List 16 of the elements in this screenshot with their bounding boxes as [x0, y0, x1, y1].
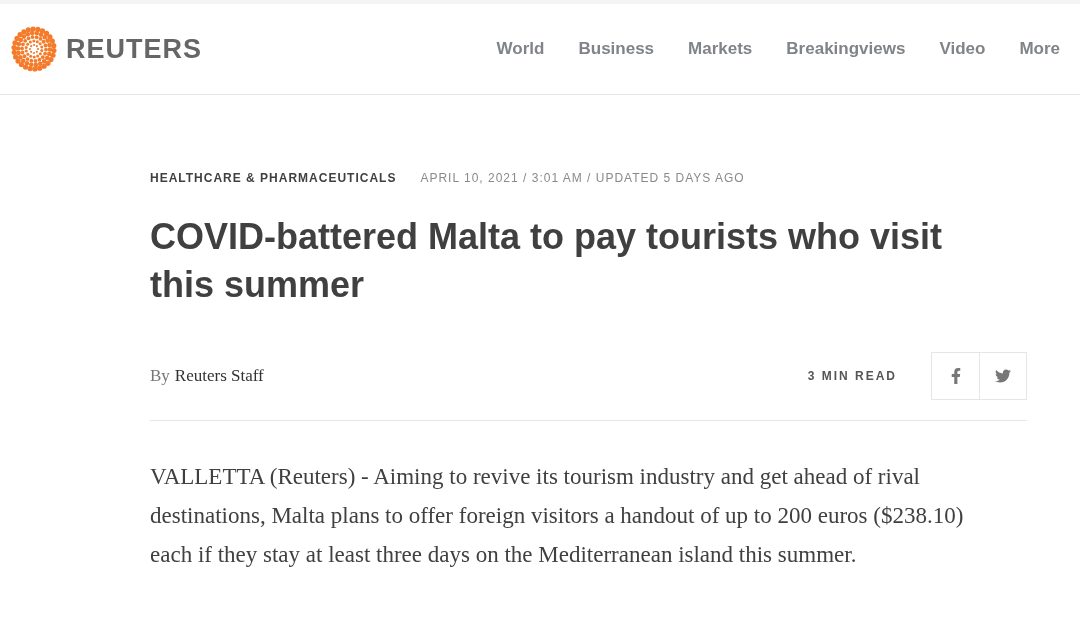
author-name[interactable]: Reuters Staff [174, 363, 264, 389]
nav-link[interactable]: Breakingviews [786, 36, 906, 62]
dateline: APRIL 10, 2021 / 3:01 AM / UPDATED 5 DAYS AGO [420, 170, 745, 187]
headline: COVID-battered Malta to pay tourists who visit this summer [150, 215, 944, 307]
nav-link[interactable]: World [496, 36, 545, 62]
bird-icon [995, 368, 1011, 384]
logo-icon [10, 25, 58, 73]
section-label[interactable]: HEALTHCARE & PHARMACEUTICALS [150, 169, 397, 187]
nav-link[interactable]: Business [578, 36, 655, 62]
nav-link[interactable]: More [1019, 36, 1060, 62]
nav-link[interactable]: Markets [688, 36, 753, 62]
read-time: 3 MIN READ [807, 368, 897, 385]
byline-prefix: By [150, 365, 170, 388]
nav-link[interactable]: Video [939, 36, 986, 62]
article-paragraph: VALLETTA (Reuters) - Aiming to revive its tourism industry and get ahead of rival destinations, Malta plans to offer foreign visitors a handout of up to 200 euros ($238.10) each if they stay at least three days on the Mediterranean island this summer. [150, 463, 965, 569]
brand-wordmark[interactable]: REUTERS [66, 28, 202, 70]
